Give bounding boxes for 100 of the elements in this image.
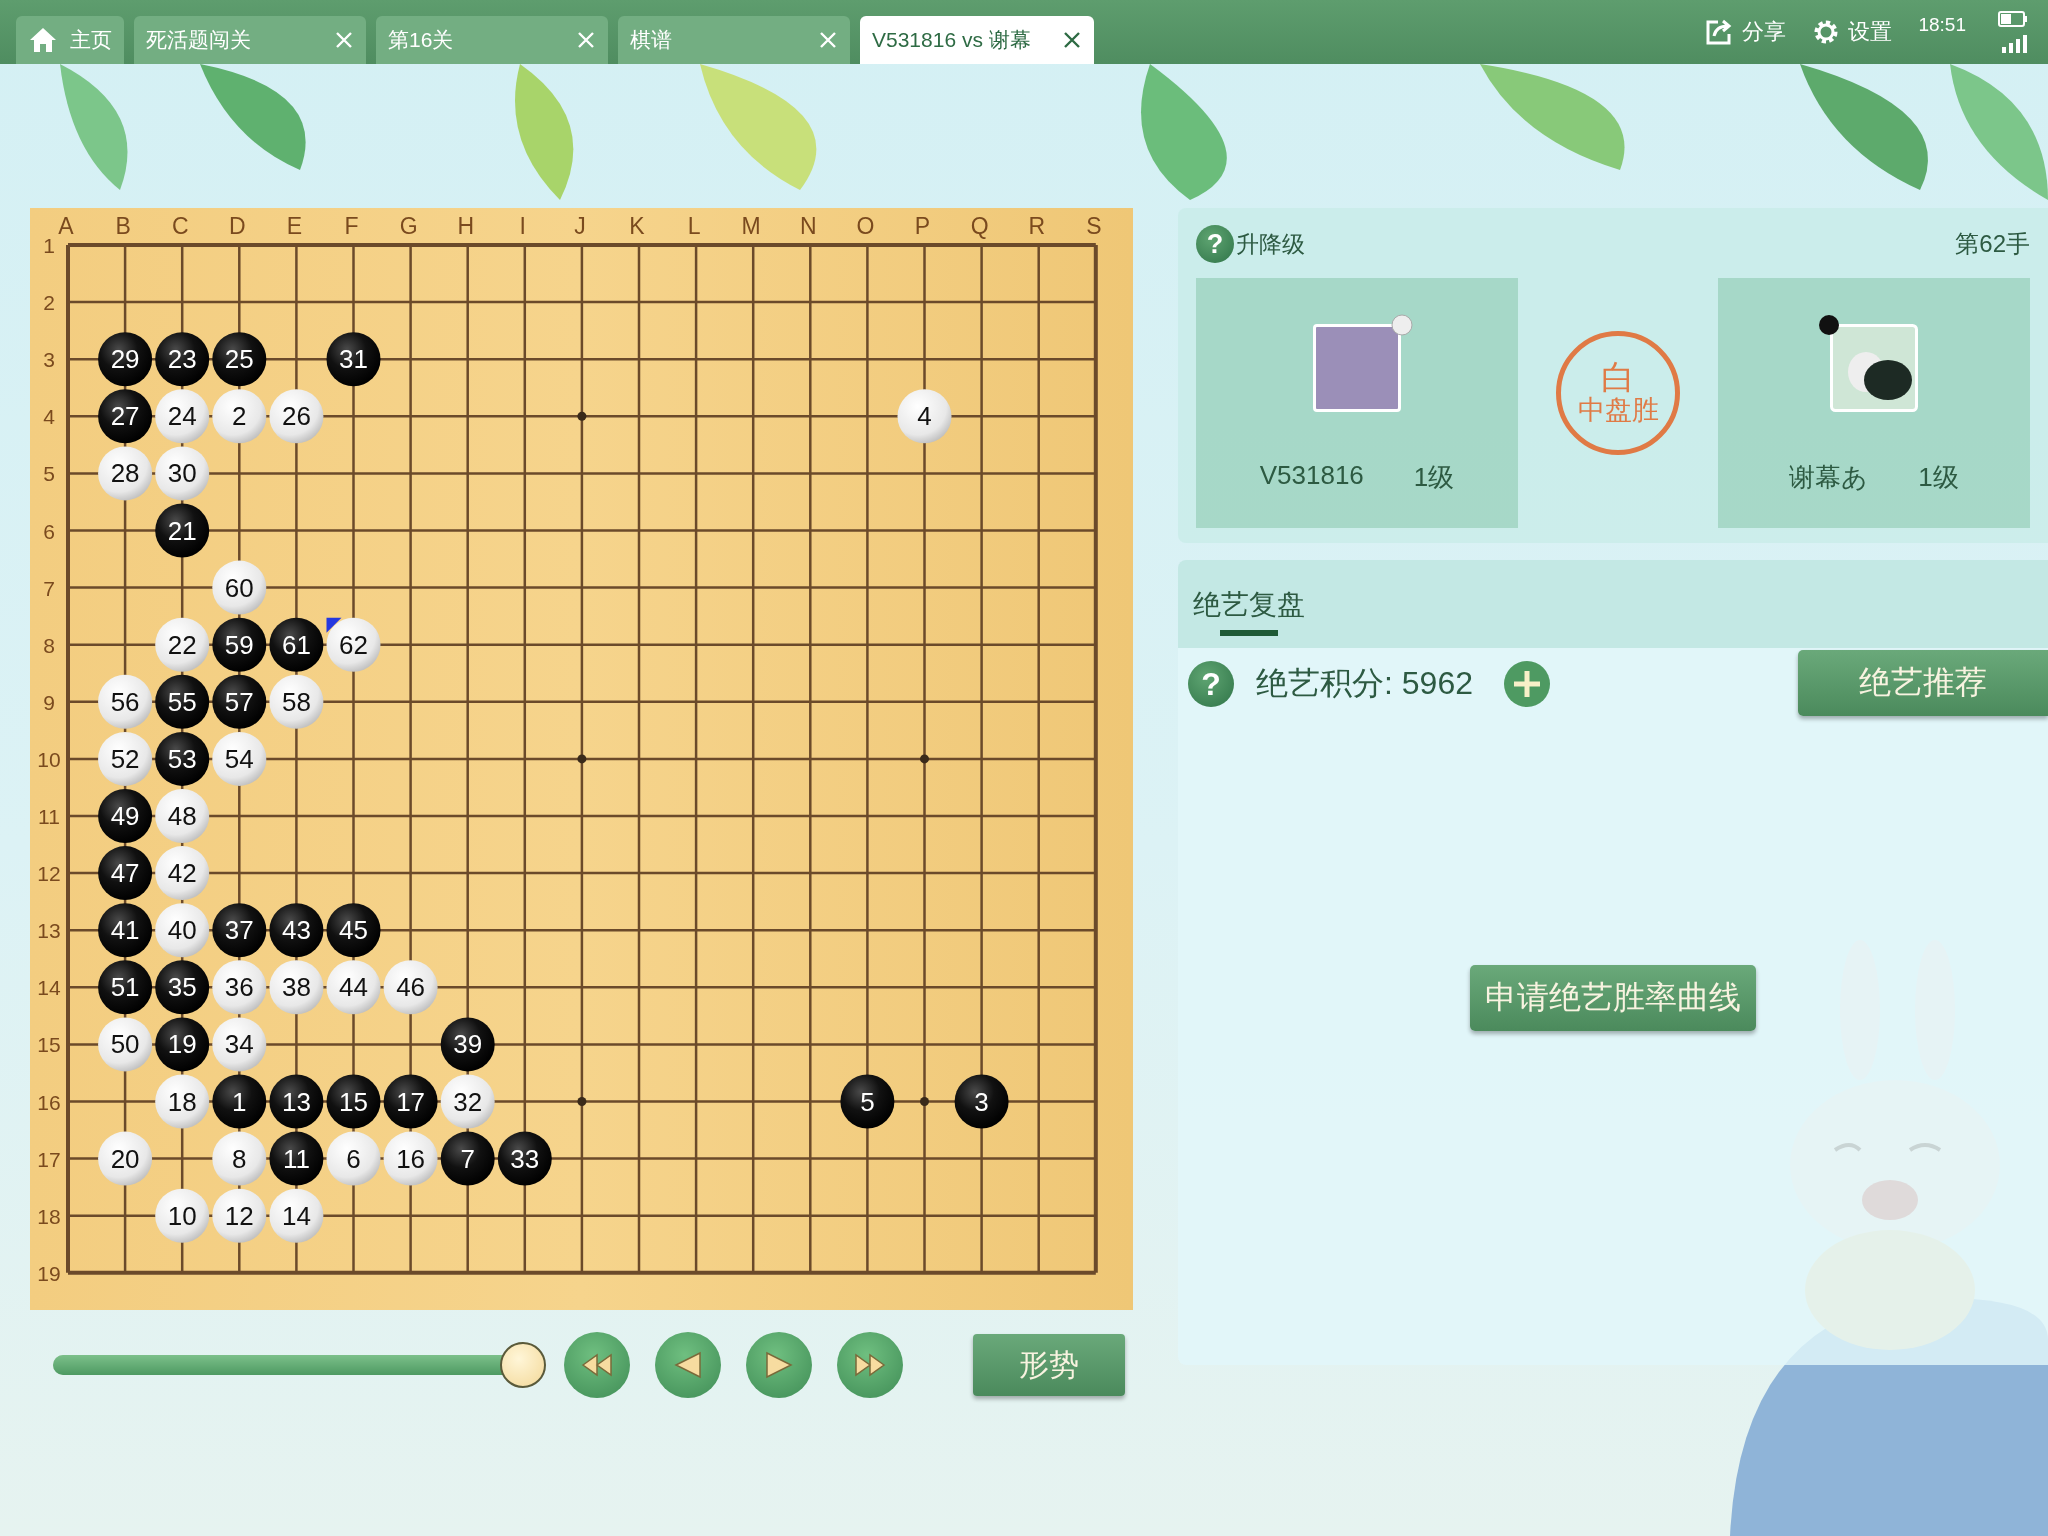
- go-stone: 17: [383, 1074, 438, 1129]
- column-label: D: [229, 213, 246, 239]
- go-stone: 21: [155, 503, 210, 558]
- go-stone: 1: [212, 1074, 267, 1129]
- go-stone: 25: [212, 332, 267, 387]
- row-label: 7: [43, 576, 55, 600]
- go-stone: 30: [155, 446, 210, 501]
- help-icon[interactable]: ?: [1188, 661, 1234, 707]
- go-stone: 32: [440, 1074, 495, 1129]
- star-point: [577, 1097, 587, 1106]
- go-stone: 59: [212, 617, 267, 672]
- go-stone: 54: [212, 731, 267, 786]
- go-stone: 31: [326, 332, 381, 387]
- go-stone: 3: [954, 1074, 1009, 1129]
- column-label: F: [344, 213, 359, 239]
- star-point: [920, 754, 929, 764]
- player-name: V531816: [1259, 460, 1364, 492]
- column-label: M: [741, 213, 761, 239]
- analysis-tab[interactable]: 绝艺复盘: [1193, 560, 1305, 636]
- go-stone: 41: [98, 903, 153, 958]
- result-method: 中盘胜: [1577, 393, 1659, 427]
- go-stone: 6: [326, 1131, 381, 1186]
- go-stone: 62: [326, 617, 381, 672]
- go-stone: 36: [212, 960, 267, 1015]
- go-stone: 51: [98, 960, 153, 1015]
- column-label: A: [58, 213, 74, 239]
- settings-label[interactable]: 设置: [1848, 17, 1893, 47]
- column-label: E: [286, 213, 303, 239]
- tab[interactable]: 第16关: [376, 16, 608, 64]
- go-stone: 13: [269, 1074, 324, 1129]
- result-winner: 白: [1601, 359, 1635, 394]
- go-stone: 45: [326, 903, 381, 958]
- close-icon[interactable]: [1062, 30, 1082, 50]
- go-stone: 33: [497, 1131, 552, 1186]
- row-label: 17: [37, 1147, 61, 1171]
- row-label: 19: [37, 1261, 61, 1285]
- go-stone: 19: [155, 1017, 210, 1072]
- battery-icon: [1998, 11, 2028, 27]
- help-icon[interactable]: ?: [1196, 225, 1234, 263]
- column-label: N: [800, 213, 817, 239]
- row-label: 11: [38, 805, 60, 828]
- go-stone: 20: [98, 1131, 153, 1186]
- go-stone: 57: [212, 674, 267, 729]
- go-stone: 27: [98, 389, 153, 444]
- signal-icon: [2002, 35, 2028, 53]
- go-stone: 10: [155, 1188, 210, 1243]
- go-stone: 24: [155, 389, 210, 444]
- row-label: 18: [37, 1204, 61, 1228]
- go-stone: 56: [98, 674, 153, 729]
- go-stone: 34: [212, 1017, 267, 1072]
- go-stone: 7: [440, 1131, 495, 1186]
- go-stone: 38: [269, 960, 324, 1015]
- go-stone: 61: [269, 617, 324, 672]
- player-rank: 1级: [1918, 461, 1959, 494]
- star-point: [920, 1097, 929, 1106]
- go-stone: 48: [155, 789, 210, 843]
- row-label: 16: [37, 1090, 61, 1114]
- column-label: K: [629, 213, 645, 239]
- player-rank: 1级: [1413, 461, 1455, 494]
- go-stone: 40: [155, 903, 210, 958]
- go-stone: 5: [840, 1074, 895, 1129]
- tab[interactable]: V531816 vs 谢幕: [860, 16, 1094, 64]
- go-stone: 14: [269, 1188, 324, 1243]
- column-label: J: [574, 213, 586, 239]
- slider-thumb[interactable]: [500, 1342, 546, 1388]
- go-stone: 22: [155, 617, 210, 672]
- column-label: B: [115, 213, 131, 239]
- recommend-button[interactable]: 绝艺推荐: [1798, 650, 2048, 716]
- row-label: 2: [43, 291, 55, 315]
- tab[interactable]: 棋谱: [618, 16, 850, 64]
- go-stone: 47: [98, 846, 153, 901]
- column-label: S: [1086, 213, 1102, 239]
- go-stone: 58: [269, 674, 324, 729]
- column-label: G: [399, 213, 418, 239]
- column-label: L: [687, 213, 701, 239]
- go-stone: 44: [326, 960, 381, 1015]
- go-stone: 28: [98, 446, 153, 501]
- plus-icon[interactable]: [1502, 660, 1551, 708]
- column-label: Q: [970, 213, 989, 239]
- share-label[interactable]: 分享: [1742, 17, 1787, 47]
- go-stone: 39: [440, 1017, 495, 1072]
- row-label: 6: [43, 519, 55, 543]
- go-stone: 42: [155, 846, 210, 901]
- star-point: [577, 754, 587, 764]
- go-stone: 2: [212, 389, 267, 444]
- go-stone: 55: [155, 674, 210, 729]
- situation-button[interactable]: 形势: [973, 1334, 1125, 1396]
- tab[interactable]: 死活题闯关: [134, 16, 366, 64]
- go-stone: 26: [269, 389, 324, 444]
- go-stone: 46: [383, 960, 438, 1015]
- go-stone: 35: [155, 960, 210, 1015]
- column-label: R: [1028, 213, 1045, 239]
- column-label: I: [519, 213, 526, 239]
- row-label: 10: [37, 747, 61, 771]
- rank-change-label: 升降级: [1236, 229, 1305, 259]
- win-rate-curve-button[interactable]: 申请绝艺胜率曲线: [1470, 965, 1756, 1031]
- go-stone: 49: [98, 789, 153, 843]
- go-stone: 11: [269, 1131, 324, 1186]
- row-label: 14: [37, 976, 61, 1000]
- tab[interactable]: 主页: [16, 16, 124, 64]
